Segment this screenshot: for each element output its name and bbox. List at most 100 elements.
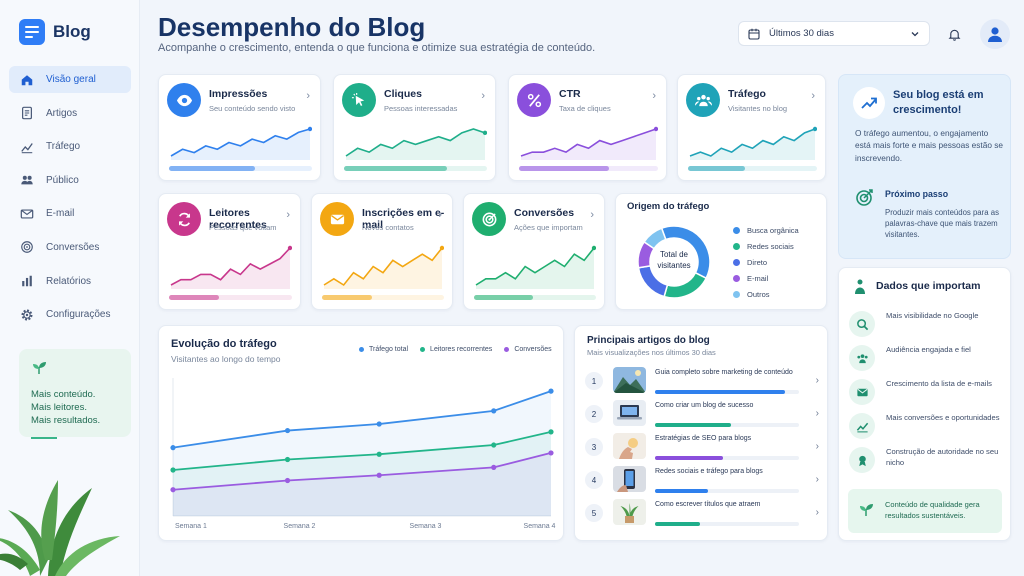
chevron-down-icon <box>911 31 919 36</box>
x-tick-label: Semana 1 <box>175 523 207 530</box>
article-progress-track <box>655 489 799 493</box>
metric-subtitle: Novos contatos <box>362 223 414 232</box>
target-icon <box>21 241 33 254</box>
metric-card-trafego[interactable]: Tráfego Visitantes no blog › <box>677 74 826 181</box>
chevron-right-icon[interactable]: › <box>816 441 819 452</box>
article-rank: 4 <box>585 471 603 489</box>
promo-line: Mais leitores. <box>31 402 87 413</box>
data-item-text: Construção de autoridade no seu nicho <box>886 447 999 468</box>
legend-label: Redes sociais <box>747 242 794 252</box>
metric-sparkline <box>170 245 292 289</box>
article-row[interactable]: 1 Guia completo sobre marketing de conte… <box>585 366 821 396</box>
date-range-select[interactable]: Últimos 30 dias <box>738 21 930 46</box>
chevron-right-icon[interactable]: › <box>306 90 310 102</box>
chevron-right-icon[interactable]: › <box>816 408 819 419</box>
metric-progress-track <box>322 295 444 300</box>
data-item: Audiência engajada e fiel <box>849 343 999 373</box>
data-item-text: Audiência engajada e fiel <box>886 345 971 354</box>
data-point <box>548 429 554 435</box>
metric-subtitle: Seu conteúdo sendo visto <box>209 104 296 113</box>
trend-icon <box>21 142 33 153</box>
gear-icon <box>21 309 33 321</box>
metric-progress-track <box>169 166 312 171</box>
top-articles-card: Principais artigos do blog Mais visualiz… <box>574 325 828 541</box>
article-rank: 1 <box>585 372 603 390</box>
legend-label: Busca orgânica <box>747 226 799 236</box>
article-row[interactable]: 5 Como escrever títulos que atraem › <box>585 498 821 528</box>
chevron-right-icon[interactable]: › <box>816 507 819 518</box>
legend-swatch <box>420 347 426 352</box>
metric-progress-bar <box>519 166 610 171</box>
promo-line: Mais conteúdo. <box>31 389 96 400</box>
sidebar-item-relatorios[interactable]: Relatórios <box>9 268 131 295</box>
x-tick-label: Semana 2 <box>284 523 316 530</box>
sidebar-item-label: Tráfego <box>46 141 81 153</box>
article-row[interactable]: 3 Estratégias de SEO para blogs › <box>585 432 821 462</box>
article-rank: 3 <box>585 438 603 456</box>
data-item-text: Mais visibilidade no Google <box>886 311 979 320</box>
metric-card-leitores-recorrentes[interactable]: Leitores recorrentes Pessoas que voltam … <box>158 193 301 310</box>
sidebar-item-conversoes[interactable]: Conversões <box>9 234 131 261</box>
sidebar-item-publico[interactable]: Público <box>9 167 131 194</box>
top-articles-title: Principais artigos do blog <box>587 335 710 346</box>
legend-swatch <box>733 227 740 235</box>
brand[interactable]: Blog <box>19 19 91 45</box>
data-point <box>170 467 176 473</box>
chevron-right-icon[interactable]: › <box>816 474 819 485</box>
blog-logo-icon <box>19 19 45 45</box>
date-range-value: Últimos 30 dias <box>769 28 834 39</box>
legend-item: Outros <box>733 286 799 302</box>
metric-card-cliques[interactable]: Cliques Pessoas interessadas › <box>333 74 496 181</box>
cursor-icon <box>342 83 376 117</box>
metric-card-inscricoes-email[interactable]: Inscrições em e-mail Novos contatos › <box>311 193 453 310</box>
article-row[interactable]: 2 Como criar um blog de sucesso › <box>585 399 821 429</box>
document-icon <box>22 106 32 120</box>
sidebar-item-trafego[interactable]: Tráfego <box>9 133 131 160</box>
legend-item: Busca orgânica <box>733 223 799 239</box>
sidebar-item-artigos[interactable]: Artigos <box>9 100 131 127</box>
mail-icon <box>849 379 875 405</box>
article-row[interactable]: 4 Redes sociais e tráfego para blogs › <box>585 465 821 495</box>
chevron-right-icon[interactable]: › <box>590 209 594 221</box>
article-name: Estratégias de SEO para blogs <box>655 435 752 442</box>
chevron-right-icon[interactable]: › <box>811 90 815 102</box>
growth-card: Seu blog está em crescimento! O tráfego … <box>838 74 1011 259</box>
sprout-icon <box>860 504 873 516</box>
legend-item: E-mail <box>733 270 799 286</box>
article-name: Como escrever títulos que atraem <box>655 501 761 508</box>
sidebar-nav: Visão geral Artigos Tráfego Público E-ma… <box>9 66 131 335</box>
chevron-right-icon[interactable]: › <box>652 90 656 102</box>
chevron-right-icon[interactable]: › <box>438 209 442 221</box>
sidebar-item-configuracoes[interactable]: Configurações <box>9 301 131 328</box>
metric-progress-bar <box>688 166 745 171</box>
metric-title: Conversões <box>514 207 575 219</box>
notifications-button[interactable] <box>941 21 967 47</box>
home-icon <box>21 74 33 85</box>
article-rank: 2 <box>585 405 603 423</box>
data-item: Mais visibilidade no Google <box>849 309 999 339</box>
page-title: Desempenho do Blog <box>158 12 426 42</box>
sidebar-item-visao-geral[interactable]: Visão geral <box>9 66 131 93</box>
sidebar: Blog Visão geral Artigos Tráfego Público… <box>0 0 140 576</box>
sparkline-area <box>171 129 310 160</box>
data-matters-footer: Conteúdo de qualidade gera resultados su… <box>848 489 1002 533</box>
mail-icon <box>20 209 34 219</box>
sparkline-area <box>476 248 594 289</box>
sidebar-item-email[interactable]: E-mail <box>9 200 131 227</box>
metric-card-impressoes[interactable]: Impressões Seu conteúdo sendo visto › <box>158 74 321 181</box>
avatar[interactable] <box>980 19 1010 49</box>
metric-card-conversoes[interactable]: Conversões Ações que importam › <box>463 193 605 310</box>
metric-subtitle: Pessoas interessadas <box>384 104 458 113</box>
sparkline-area <box>521 129 656 160</box>
chevron-right-icon[interactable]: › <box>816 375 819 386</box>
chevron-right-icon[interactable]: › <box>481 90 485 102</box>
legend-swatch <box>733 258 740 266</box>
article-thumbnail-mountain <box>613 367 646 393</box>
chart-title: Evolução do tráfego <box>171 338 277 350</box>
legend-item: Leitores recorrentes <box>420 346 492 353</box>
metric-card-ctr[interactable]: CTR Taxa de cliques › <box>508 74 667 181</box>
metric-progress-bar <box>474 295 533 300</box>
metric-sparkline <box>323 245 444 289</box>
chevron-right-icon[interactable]: › <box>286 209 290 221</box>
article-progress-track <box>655 456 799 460</box>
